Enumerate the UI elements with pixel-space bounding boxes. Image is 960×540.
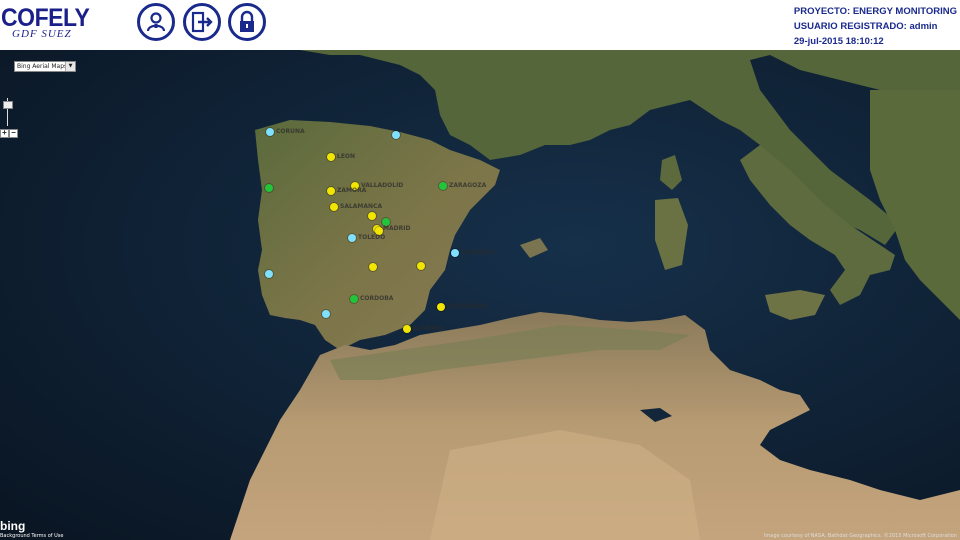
user-label: USUARIO REGISTRADO: admin xyxy=(793,21,938,32)
lock-button[interactable] xyxy=(228,3,266,41)
map-type-value: Bing Aerial Maps xyxy=(17,63,68,70)
cofely-logo: COFELY GDF SUEZ xyxy=(0,4,100,44)
site-marker-yellow[interactable] xyxy=(403,325,411,333)
site-marker-cyan[interactable] xyxy=(348,234,356,242)
site-marker-green[interactable] xyxy=(265,184,273,192)
app-header: COFELY GDF SUEZ PROYECTO: ENERGY MONITOR… xyxy=(0,0,960,50)
zoom-out-button[interactable]: − xyxy=(9,129,18,138)
user-icon xyxy=(146,12,166,32)
marker-label: LEON xyxy=(337,153,356,160)
site-marker-yellow[interactable] xyxy=(417,262,425,270)
marker-label: ALMERIA xyxy=(413,325,444,332)
site-marker-yellow[interactable] xyxy=(327,187,335,195)
map-type-select[interactable]: Bing Aerial Maps ▼ xyxy=(14,61,76,72)
logo-subtext: GDF SUEZ xyxy=(12,28,72,40)
marker-label: SALAMANCA xyxy=(340,203,383,210)
site-marker-cyan[interactable] xyxy=(265,270,273,278)
marker-label: VALLADOLID xyxy=(361,182,404,189)
site-marker-yellow[interactable] xyxy=(330,203,338,211)
project-label: PROYECTO: ENERGY MONITORING xyxy=(793,6,957,17)
site-marker-cyan[interactable] xyxy=(451,249,459,257)
site-marker-cyan[interactable] xyxy=(266,128,274,136)
marker-label: VALENCIA xyxy=(461,249,495,256)
site-marker-green[interactable] xyxy=(350,295,358,303)
datetime-label: 29-jul-2015 18:10:12 xyxy=(793,36,884,47)
zoom-control: + − xyxy=(0,90,20,140)
map-view[interactable]: CORUÑA LEON VALLADOLID ZAMORA ZARAGOZA SALAMA… xyxy=(0,50,960,540)
user-profile-button[interactable] xyxy=(137,3,175,41)
satellite-map-background xyxy=(0,50,960,540)
site-marker-yellow[interactable] xyxy=(369,263,377,271)
lock-icon xyxy=(240,10,254,32)
site-marker-yellow[interactable] xyxy=(327,153,335,161)
bing-logo: bing xyxy=(0,519,26,533)
site-marker-green[interactable] xyxy=(439,182,447,190)
site-marker-cyan[interactable] xyxy=(322,310,330,318)
logout-icon xyxy=(191,11,213,33)
zoom-in-button[interactable]: + xyxy=(0,129,9,138)
imagery-credits: Image courtesy of NASA, Bathdat Geograph… xyxy=(763,533,957,539)
session-info: PROYECTO: ENERGY MONITORING USUARIO REGI… xyxy=(794,4,957,49)
logout-button[interactable] xyxy=(183,3,221,41)
site-marker-yellow[interactable] xyxy=(368,212,376,220)
chevron-down-icon: ▼ xyxy=(65,62,75,71)
site-marker-yellow[interactable] xyxy=(437,303,445,311)
zoom-slider-handle[interactable] xyxy=(3,101,13,109)
marker-label: CARTAGENA xyxy=(447,303,488,310)
marker-label: TOLEDO xyxy=(358,234,386,241)
marker-label: CORDOBA xyxy=(360,295,394,302)
marker-label: ZAMORA xyxy=(337,187,367,194)
site-marker-cyan[interactable] xyxy=(392,131,400,139)
marker-label: CORUÑA xyxy=(276,128,305,135)
marker-label: MADRID xyxy=(383,225,411,232)
marker-label: ZARAGOZA xyxy=(449,182,487,189)
terms-of-use-link[interactable]: Background Terms of Use xyxy=(0,533,63,539)
